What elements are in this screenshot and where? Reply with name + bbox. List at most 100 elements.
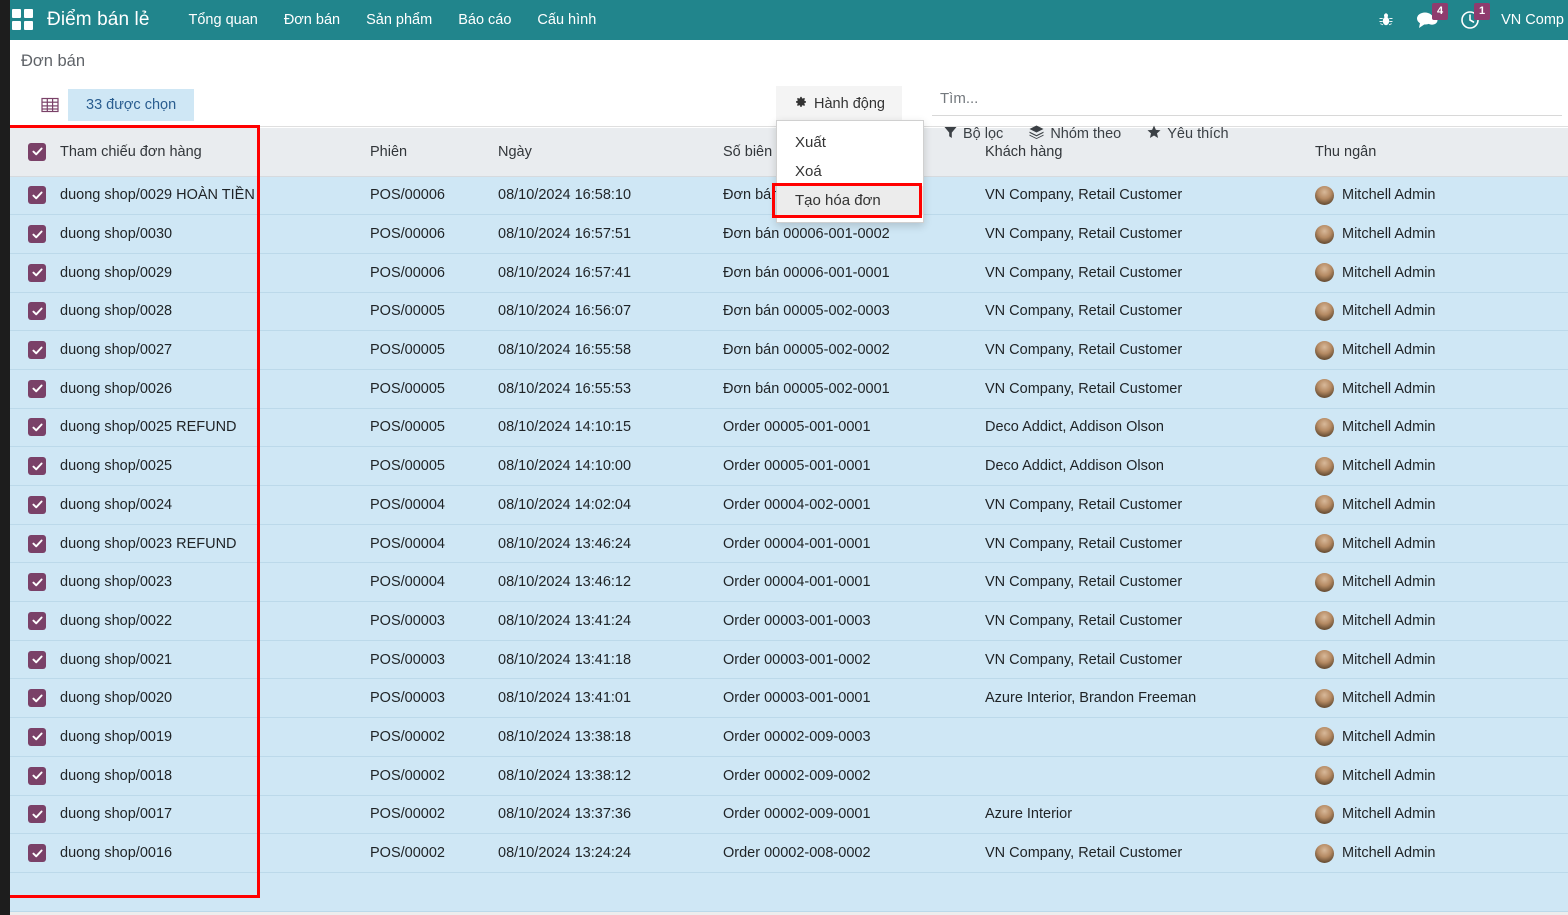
dropdown-item-export[interactable]: Xuất xyxy=(777,128,923,157)
table-row[interactable]: duong shop/0017POS/0000208/10/2024 13:37… xyxy=(10,795,1568,834)
table-row[interactable]: duong shop/0029POS/0000608/10/2024 16:57… xyxy=(10,253,1568,292)
cell-customer: VN Company, Retail Customer xyxy=(985,524,1315,563)
cell-order-reference[interactable]: duong shop/0020 xyxy=(60,679,370,718)
header-order-reference[interactable]: Tham chiếu đơn hàng xyxy=(60,128,370,176)
row-checkbox[interactable] xyxy=(28,186,46,204)
cell-cashier: Mitchell Admin xyxy=(1315,524,1568,563)
cell-order-reference[interactable]: duong shop/0024 xyxy=(60,486,370,525)
filter-button[interactable]: Bộ lọc xyxy=(944,126,1003,143)
table-row[interactable]: duong shop/0023POS/0000408/10/2024 13:46… xyxy=(10,563,1568,602)
select-all-checkbox[interactable] xyxy=(28,143,46,161)
cell-cashier: Mitchell Admin xyxy=(1315,331,1568,370)
action-button[interactable]: Hành động xyxy=(776,86,902,122)
cell-customer: Deco Addict, Addison Olson xyxy=(985,408,1315,447)
favorites-button[interactable]: Yêu thích xyxy=(1147,125,1228,143)
cell-order-reference[interactable]: duong shop/0027 xyxy=(60,331,370,370)
cell-date: 08/10/2024 14:10:15 xyxy=(498,408,723,447)
cell-order-reference[interactable]: duong shop/0029 HOÀN TIỀN xyxy=(60,176,370,215)
breadcrumb[interactable]: Đơn bán xyxy=(21,52,85,71)
search-input[interactable]: Tìm... xyxy=(932,88,1562,116)
table-row[interactable]: duong shop/0025 REFUNDPOS/0000508/10/202… xyxy=(10,408,1568,447)
nav-item-san-pham[interactable]: Sản phẩm xyxy=(353,2,445,38)
row-checkbox[interactable] xyxy=(28,612,46,630)
table-row[interactable]: duong shop/0028POS/0000508/10/2024 16:56… xyxy=(10,292,1568,331)
cell-order-reference[interactable]: duong shop/0018 xyxy=(60,756,370,795)
group-by-button[interactable]: Nhóm theo xyxy=(1029,125,1121,143)
row-checkbox[interactable] xyxy=(28,805,46,823)
cell-session: POS/00002 xyxy=(370,756,498,795)
cell-order-reference[interactable]: duong shop/0025 REFUND xyxy=(60,408,370,447)
cell-order-reference[interactable]: duong shop/0017 xyxy=(60,795,370,834)
cell-receipt-number: Order 00003-001-0002 xyxy=(723,640,985,679)
list-view-icon[interactable] xyxy=(32,89,68,121)
cashier-name: Mitchell Admin xyxy=(1342,806,1435,822)
row-checkbox[interactable] xyxy=(28,728,46,746)
search-placeholder: Tìm... xyxy=(940,90,978,107)
row-checkbox[interactable] xyxy=(28,380,46,398)
cell-customer: VN Company, Retail Customer xyxy=(985,834,1315,873)
cell-order-reference[interactable]: duong shop/0022 xyxy=(60,602,370,641)
dropdown-item-create-invoice[interactable]: Tạo hóa đơn xyxy=(777,186,923,215)
row-checkbox[interactable] xyxy=(28,535,46,553)
cashier-name: Mitchell Admin xyxy=(1342,458,1435,474)
row-checkbox[interactable] xyxy=(28,573,46,591)
user-menu[interactable]: VN Comp xyxy=(1491,12,1564,28)
row-checkbox[interactable] xyxy=(28,341,46,359)
cell-order-reference[interactable]: duong shop/0030 xyxy=(60,215,370,254)
row-checkbox[interactable] xyxy=(28,302,46,320)
cell-order-reference[interactable]: duong shop/0029 xyxy=(60,253,370,292)
row-checkbox[interactable] xyxy=(28,418,46,436)
table-row[interactable]: duong shop/0025POS/0000508/10/2024 14:10… xyxy=(10,447,1568,486)
layers-icon xyxy=(1029,125,1044,143)
cell-customer: VN Company, Retail Customer xyxy=(985,176,1315,215)
nav-item-tong-quan[interactable]: Tổng quan xyxy=(175,2,270,38)
cell-date: 08/10/2024 16:55:58 xyxy=(498,331,723,370)
cell-order-reference[interactable]: duong shop/0023 xyxy=(60,563,370,602)
row-checkbox[interactable] xyxy=(28,457,46,475)
cell-order-reference[interactable]: duong shop/0019 xyxy=(60,718,370,757)
cell-date: 08/10/2024 13:38:12 xyxy=(498,756,723,795)
row-checkbox[interactable] xyxy=(28,496,46,514)
table-row[interactable]: duong shop/0023 REFUNDPOS/0000408/10/202… xyxy=(10,524,1568,563)
app-brand-title[interactable]: Điểm bán lẻ xyxy=(47,9,149,31)
cell-order-reference[interactable]: duong shop/0023 REFUND xyxy=(60,524,370,563)
nav-item-cau-hinh[interactable]: Cấu hình xyxy=(524,2,609,38)
table-row[interactable]: duong shop/0024POS/0000408/10/2024 14:02… xyxy=(10,486,1568,525)
table-row[interactable]: duong shop/0027POS/0000508/10/2024 16:55… xyxy=(10,331,1568,370)
table-row[interactable]: duong shop/0021POS/0000308/10/2024 13:41… xyxy=(10,640,1568,679)
dropdown-item-delete[interactable]: Xoá xyxy=(777,157,923,186)
table-row[interactable]: duong shop/0022POS/0000308/10/2024 13:41… xyxy=(10,602,1568,641)
table-row[interactable]: duong shop/0019POS/0000208/10/2024 13:38… xyxy=(10,718,1568,757)
header-session[interactable]: Phiên xyxy=(370,128,498,176)
table-row[interactable]: duong shop/0020POS/0000308/10/2024 13:41… xyxy=(10,679,1568,718)
selection-count-badge[interactable]: 33 được chọn xyxy=(68,89,194,121)
clock-icon[interactable]: 1 xyxy=(1449,0,1491,40)
table-row[interactable]: duong shop/0026POS/0000508/10/2024 16:55… xyxy=(10,369,1568,408)
cell-date: 08/10/2024 14:10:00 xyxy=(498,447,723,486)
cell-order-reference[interactable]: duong shop/0028 xyxy=(60,292,370,331)
cell-receipt-number: Đơn bán 00005-002-0001 xyxy=(723,369,985,408)
table-row[interactable]: duong shop/0016POS/0000208/10/2024 13:24… xyxy=(10,834,1568,873)
cell-order-reference[interactable]: duong shop/0021 xyxy=(60,640,370,679)
row-select-cell xyxy=(10,292,60,331)
chat-bubble-icon[interactable]: 4 xyxy=(1405,0,1449,40)
row-checkbox[interactable] xyxy=(28,264,46,282)
row-checkbox[interactable] xyxy=(28,651,46,669)
cell-session: POS/00004 xyxy=(370,524,498,563)
cell-order-reference[interactable]: duong shop/0026 xyxy=(60,369,370,408)
row-checkbox[interactable] xyxy=(28,767,46,785)
row-checkbox[interactable] xyxy=(28,844,46,862)
row-checkbox[interactable] xyxy=(28,689,46,707)
row-select-cell xyxy=(10,640,60,679)
cell-order-reference[interactable]: duong shop/0016 xyxy=(60,834,370,873)
table-row[interactable]: duong shop/0018POS/0000208/10/2024 13:38… xyxy=(10,756,1568,795)
row-checkbox[interactable] xyxy=(28,225,46,243)
cell-cashier: Mitchell Admin xyxy=(1315,756,1568,795)
nav-item-don-ban[interactable]: Đơn bán xyxy=(271,2,353,38)
apps-grid-icon[interactable] xyxy=(12,9,34,31)
bug-icon[interactable] xyxy=(1367,0,1405,40)
cell-cashier: Mitchell Admin xyxy=(1315,679,1568,718)
cell-order-reference[interactable]: duong shop/0025 xyxy=(60,447,370,486)
nav-item-bao-cao[interactable]: Báo cáo xyxy=(445,2,524,38)
header-date[interactable]: Ngày xyxy=(498,128,723,176)
